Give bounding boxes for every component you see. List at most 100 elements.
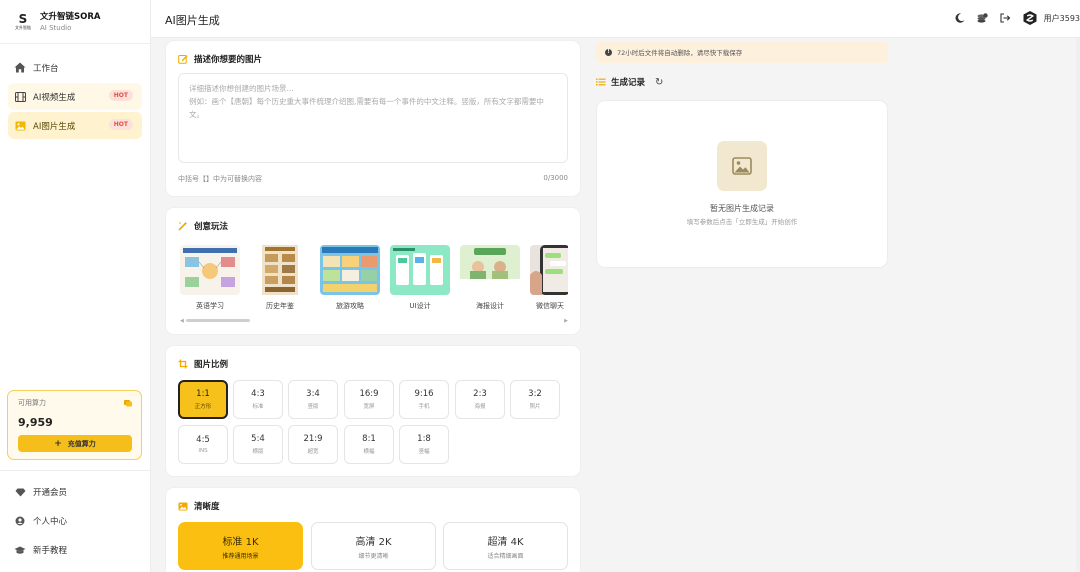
idea-thumbnail (530, 245, 568, 295)
notice-text: 72小时后文件将自动删除，请尽快下载保存 (617, 49, 743, 57)
quality-heading: 清晰度 (178, 500, 220, 512)
quality-option-2k[interactable]: 高清 2K 细节更清晰 (311, 522, 436, 570)
prompt-textarea[interactable] (189, 82, 557, 154)
ratio-label: 横幅 (363, 449, 375, 455)
scroll-left-icon[interactable]: ◀ (180, 318, 184, 324)
ratio-value: 8:1 (362, 434, 376, 444)
ratio-option-3-4[interactable]: 3:4 竖版 (288, 380, 338, 419)
user-name[interactable]: 用户3593 (1044, 13, 1080, 24)
sidebar-item-ai-image[interactable]: AI图片生成 HOT (8, 112, 142, 139)
idea-english[interactable]: 英语学习 (180, 245, 240, 315)
sidebar-item-membership[interactable]: 开通会员 (8, 478, 143, 506)
idea-label: 旅游攻略 (336, 302, 364, 310)
ideas-heading: 创意玩法 (178, 220, 228, 232)
idea-thumbnail (460, 245, 520, 295)
empty-title: 暂无图片生成记录 (710, 204, 774, 213)
page-scrollbar[interactable] (1076, 38, 1080, 572)
prompt-input-wrapper (178, 73, 568, 163)
idea-thumbnail (180, 245, 240, 295)
topbar: AI图片生成 用户3593 (151, 0, 1080, 38)
logo-mark: S (18, 12, 28, 26)
image-placeholder-icon (717, 141, 767, 191)
ratio-option-16-9[interactable]: 16:9 宽屏 (344, 380, 394, 419)
quality-title: 高清 2K (355, 536, 392, 548)
logout-icon[interactable] (999, 11, 1013, 25)
ratio-option-4-5[interactable]: 4:5 INS (178, 425, 228, 464)
idea-travel[interactable]: 旅游攻略 (320, 245, 380, 315)
idea-label: 历史年鉴 (266, 302, 294, 310)
ratio-heading: 图片比例 (178, 358, 228, 370)
moon-icon[interactable] (953, 11, 967, 25)
ratio-label: INS (198, 448, 208, 454)
sidebar-item-ai-video[interactable]: AI视频生成 HOT (8, 83, 142, 110)
idea-thumbnail (320, 245, 380, 295)
ratio-value: 21:9 (303, 434, 323, 444)
idea-thumbnail (250, 245, 310, 295)
prompt-heading-text: 描述你想要的图片 (194, 55, 263, 65)
topbar-actions: 用户3593 (953, 10, 1080, 26)
idea-wechat-chat[interactable]: 微信聊天 (530, 245, 568, 315)
sidebar-divider (0, 470, 151, 471)
crop-icon (178, 359, 188, 369)
ratio-option-21-9[interactable]: 21:9 超宽 (288, 425, 338, 464)
home-icon (14, 62, 26, 74)
ratio-value: 5:4 (251, 434, 265, 444)
idea-label: 微信聊天 (536, 302, 564, 310)
ratio-value: 16:9 (359, 389, 379, 399)
idea-history[interactable]: 历史年鉴 (250, 245, 310, 315)
coins-stack-icon[interactable] (976, 11, 990, 25)
quality-title: 标准 1K (222, 536, 259, 548)
ratio-option-1-8[interactable]: 1:8 竖幅 (399, 425, 449, 464)
quality-option-4k[interactable]: 超清 4K 适合精细画面 (443, 522, 568, 570)
brand[interactable]: S 文升智链 文升智链SORA AI Studio (0, 0, 150, 44)
info-icon: ! (605, 48, 612, 56)
ratio-option-8-1[interactable]: 8:1 横幅 (344, 425, 394, 464)
refresh-icon[interactable]: ↻ (655, 77, 663, 88)
ratio-option-3-2[interactable]: 3:2 照片 (510, 380, 560, 419)
user-avatar-icon[interactable] (1022, 10, 1038, 26)
ratio-label: 超宽 (307, 449, 319, 455)
ratio-label: 照片 (529, 404, 541, 410)
brand-logo: S 文升智链 (14, 11, 32, 33)
quality-option-1k[interactable]: 标准 1K 推荐通用场景 (178, 522, 303, 570)
scroll-thumb[interactable] (186, 319, 250, 322)
ratio-option-2-3[interactable]: 2:3 海报 (455, 380, 505, 419)
recharge-label: 充值算力 (67, 439, 96, 448)
credits-value: 9,959 (18, 416, 53, 429)
graduation-cap-icon (14, 544, 26, 556)
quality-desc: 推荐通用场景 (222, 552, 259, 560)
sidebar-item-workbench[interactable]: 工作台 (8, 54, 142, 81)
ratio-option-4-3[interactable]: 4:3 标准 (233, 380, 283, 419)
ratio-value: 3:2 (528, 389, 542, 399)
ratio-option-1-1[interactable]: 1:1 正方形 (178, 380, 228, 419)
magic-wand-icon (178, 221, 188, 231)
picture-icon (178, 501, 188, 511)
sidebar-item-label: AI视频生成 (33, 92, 76, 103)
ratio-value: 1:8 (417, 434, 431, 444)
sidebar-item-profile[interactable]: 个人中心 (8, 507, 143, 535)
ideas-scrollbar[interactable]: ◀ ▶ (180, 318, 568, 324)
ratio-label: 横版 (252, 449, 264, 455)
idea-ui-design[interactable]: UI设计 (390, 245, 450, 315)
film-icon (14, 91, 26, 103)
sidebar-item-tutorial[interactable]: 新手教程 (8, 536, 143, 564)
sidebar-item-label: 工作台 (33, 63, 59, 74)
ratio-label: 手机 (418, 404, 430, 410)
ratio-value: 1:1 (196, 389, 210, 399)
sidebar-item-label: AI图片生成 (33, 121, 76, 132)
ratio-label: 竖版 (307, 404, 319, 410)
sidebar-nav: 工作台 AI视频生成 HOT AI图片生成 HOT (0, 44, 150, 139)
plus-icon: + (54, 438, 62, 449)
recharge-button[interactable]: + 充值算力 (18, 435, 132, 452)
empty-description: 填写参数后点击「立即生成」开始创作 (686, 218, 798, 226)
scroll-right-icon[interactable]: ▶ (564, 318, 568, 324)
prompt-char-count: 0/3000 (543, 174, 568, 182)
idea-poster[interactable]: 海报设计 (460, 245, 520, 315)
ratio-option-9-16[interactable]: 9:16 手机 (399, 380, 449, 419)
ideas-list: 英语学习 历史年鉴 旅游攻略 UI设计 海报设计 微信聊天 (180, 245, 568, 315)
quality-desc: 适合精细画面 (487, 552, 524, 560)
user-icon (14, 515, 26, 527)
ratio-option-5-4[interactable]: 5:4 横版 (233, 425, 283, 464)
ideas-card: 创意玩法 英语学习 历史年鉴 旅游攻略 UI设计 海报设计 微信聊天 ◀ ▶ (166, 208, 580, 334)
coins-icon (124, 399, 132, 407)
